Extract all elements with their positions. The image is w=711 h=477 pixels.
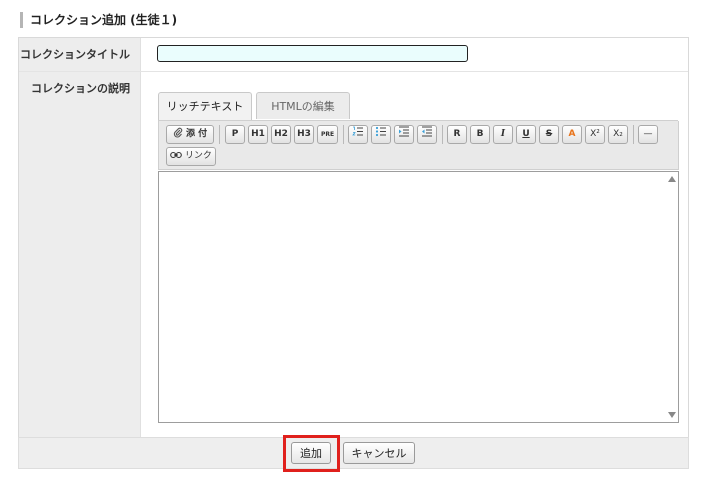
link-button[interactable]: リンク (166, 147, 216, 166)
scroll-down-arrow-icon[interactable] (668, 412, 676, 418)
unordered-list-button[interactable] (371, 125, 391, 144)
add-button[interactable]: 追加 (291, 442, 331, 464)
horizontal-rule-button[interactable]: — (638, 125, 658, 144)
cancel-button[interactable]: キャンセル (343, 442, 415, 464)
bold-button[interactable]: B (470, 125, 490, 144)
unordered-list-icon (375, 126, 387, 143)
tab-html-edit[interactable]: HTMLの編集 (256, 92, 350, 119)
toolbar-separator (633, 125, 634, 144)
strikethrough-button[interactable]: S (539, 125, 559, 144)
description-label: コレクションの説明 (19, 72, 141, 438)
font-color-button[interactable]: A (562, 125, 582, 144)
outdent-button[interactable] (417, 125, 437, 144)
preformatted-button[interactable]: PRE (317, 125, 338, 144)
subscript-button[interactable]: X₂ (608, 125, 628, 144)
toolbar-separator (219, 125, 220, 144)
outdent-icon (421, 126, 433, 143)
heading2-button[interactable]: H2 (271, 125, 291, 144)
italic-button[interactable]: I (493, 125, 513, 144)
editor-tabs: リッチテキスト HTMLの編集 (158, 92, 678, 121)
editor-toolbar: 添 付 P H1 H2 H3 PRE R B I U S A X² X₂ — リ… (158, 121, 679, 170)
remove-format-button[interactable]: R (447, 125, 467, 144)
heading3-button[interactable]: H3 (294, 125, 314, 144)
underline-button[interactable]: U (516, 125, 536, 144)
paperclip-icon (173, 126, 183, 143)
description-row: コレクションの説明 リッチテキスト HTMLの編集 添 付 P H1 H2 H3 (19, 72, 688, 438)
title-row: コレクションタイトル (19, 38, 688, 72)
ordered-list-icon (352, 126, 364, 143)
tab-rich-text[interactable]: リッチテキスト (158, 92, 252, 120)
attach-button[interactable]: 添 付 (166, 125, 214, 144)
title-label: コレクションタイトル (19, 38, 141, 71)
page-title: コレクション追加 (生徒１) (20, 12, 177, 28)
attach-label: 添 付 (186, 129, 208, 139)
paragraph-button[interactable]: P (225, 125, 245, 144)
scroll-up-arrow-icon[interactable] (668, 176, 676, 182)
heading1-button[interactable]: H1 (248, 125, 268, 144)
superscript-button[interactable]: X² (585, 125, 605, 144)
toolbar-separator (442, 125, 443, 144)
toolbar-separator (343, 125, 344, 144)
chain-link-icon (170, 148, 182, 165)
collection-form: コレクションタイトル コレクションの説明 リッチテキスト HTMLの編集 添 付… (18, 37, 689, 438)
editor-content-area[interactable] (158, 171, 679, 423)
link-label: リンク (184, 151, 212, 161)
collection-title-input[interactable] (157, 45, 468, 62)
indent-button[interactable] (394, 125, 414, 144)
ordered-list-button[interactable] (348, 125, 368, 144)
indent-icon (398, 126, 410, 143)
